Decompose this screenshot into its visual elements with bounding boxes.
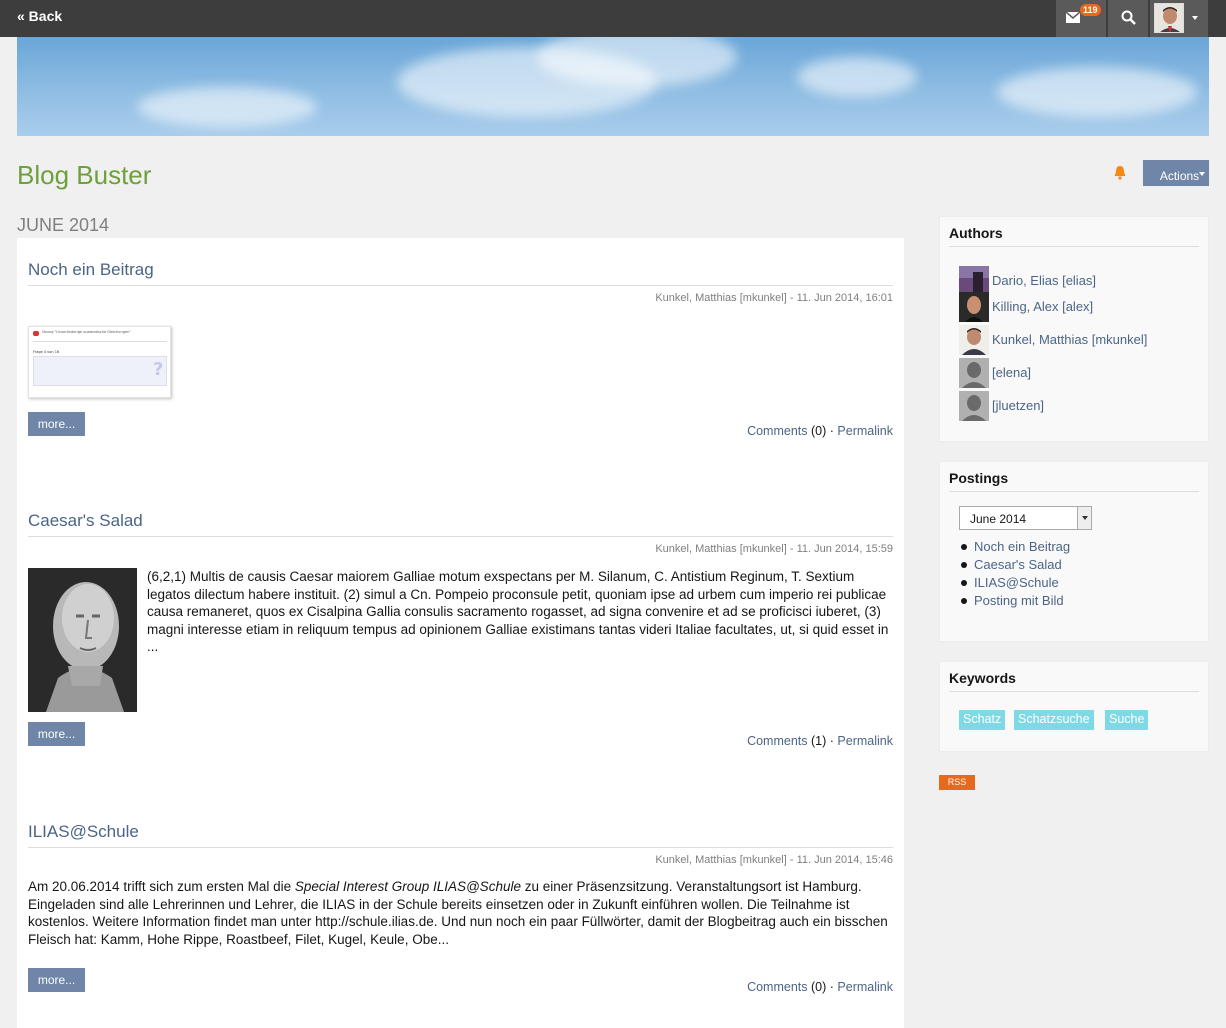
author-name[interactable]: [jluetzen] (992, 398, 1044, 413)
post-links: Comments (0) · Permalink (747, 980, 893, 994)
post-excerpt: Am 20.06.2014 trifft sich zum ersten Mal… (28, 878, 894, 948)
chevron-down-icon (1077, 507, 1091, 529)
comments-link[interactable]: Comments (747, 424, 807, 438)
post-meta: Kunkel, Matthias [mkunkel] - 11. Jun 201… (655, 292, 893, 304)
link-separator: · (829, 980, 834, 994)
envelope-icon (1066, 12, 1080, 23)
posting-item[interactable]: Noch ein Beitrag (961, 538, 1070, 556)
posting-link[interactable]: ILIAS@Schule (974, 575, 1059, 590)
post-excerpt-part: Am 20.06.2014 trifft sich zum ersten Mal… (28, 879, 295, 894)
author-name[interactable]: Dario, Elias [elias] (992, 273, 1096, 288)
post-item: Noch ein Beitrag Kunkel, Matthias [mkunk… (28, 260, 893, 450)
mail-count-badge: 119 (1080, 4, 1101, 16)
keywords-panel: Keywords Schatz Schatzsuche Suche (939, 661, 1209, 752)
post-item: ILIAS@Schule Kunkel, Matthias [mkunkel] … (28, 822, 893, 1002)
chevron-down-icon (1192, 16, 1198, 20)
thumbnail-title: Übung "Unveränderige quadratische Gleich… (42, 330, 131, 334)
postings-panel: Postings June 2014 Noch ein Beitrag Caes… (939, 461, 1209, 642)
user-avatar (1154, 3, 1184, 33)
more-button[interactable]: more... (28, 722, 85, 746)
permalink-link[interactable]: Permalink (837, 424, 893, 438)
posting-item[interactable]: ILIAS@Schule (961, 574, 1070, 592)
posting-link[interactable]: Posting mit Bild (974, 593, 1064, 608)
postings-list: Noch ein Beitrag Caesar's Salad ILIAS@Sc… (961, 538, 1070, 610)
user-menu[interactable] (1150, 0, 1208, 37)
month-heading: JUNE 2014 (17, 215, 110, 235)
more-button[interactable]: more... (28, 968, 85, 992)
top-bar: « Back 119 (0, 0, 1226, 37)
author-avatar (959, 391, 989, 421)
link-separator: · (829, 734, 834, 748)
month-select-value: June 2014 (970, 512, 1027, 526)
thumbnail-page: Frage 4 von 16 (33, 350, 60, 354)
mail-button[interactable]: 119 (1056, 0, 1106, 37)
comments-count: (1) (811, 734, 827, 748)
author-avatar (959, 292, 989, 322)
post-image[interactable] (28, 568, 137, 712)
link-separator: · (829, 424, 834, 438)
posting-link[interactable]: Caesar's Salad (974, 557, 1062, 572)
chevron-down-icon (1199, 172, 1205, 176)
keyword-tag[interactable]: Suche (1105, 710, 1149, 730)
posts-list: Noch ein Beitrag Kunkel, Matthias [mkunk… (17, 238, 904, 1028)
posting-item[interactable]: Posting mit Bild (961, 592, 1070, 610)
author-name[interactable]: Killing, Alex [alex] (992, 299, 1093, 314)
post-title[interactable]: Caesar's Salad (28, 511, 893, 537)
month-select[interactable]: June 2014 (959, 506, 1092, 530)
actions-label: Actions (1159, 169, 1200, 183)
post-excerpt: (6,2,1) Multis de causis Caesar maiorem … (147, 569, 889, 654)
comments-link[interactable]: Comments (747, 980, 807, 994)
post-title[interactable]: ILIAS@Schule (28, 822, 893, 848)
search-button[interactable] (1108, 0, 1148, 37)
posting-item[interactable]: Caesar's Salad (961, 556, 1070, 574)
author-avatar (959, 358, 989, 388)
post-meta: Kunkel, Matthias [mkunkel] - 11. Jun 201… (655, 854, 893, 866)
page-title: Blog Buster (17, 160, 152, 190)
back-link[interactable]: « Back (17, 8, 62, 24)
keyword-tag[interactable]: Schatzsuche (1014, 710, 1094, 730)
rss-button[interactable]: RSS (939, 775, 975, 790)
comments-count: (0) (811, 424, 827, 438)
comments-count: (0) (811, 980, 827, 994)
post-title[interactable]: Noch ein Beitrag (28, 260, 893, 286)
header-banner (17, 37, 1209, 136)
authors-panel: Authors Dario, Elias [elias] Killing, Al… (939, 216, 1209, 442)
post-thumbnail[interactable]: Übung "Unveränderige quadratische Gleich… (28, 326, 171, 398)
keyword-tag[interactable]: Schatz (959, 710, 1006, 730)
actions-button[interactable]: Actions (1143, 160, 1209, 186)
post-meta: Kunkel, Matthias [mkunkel] - 11. Jun 201… (655, 543, 893, 555)
author-name[interactable]: Kunkel, Matthias [mkunkel] (992, 332, 1147, 347)
search-icon (1121, 10, 1136, 25)
authors-title: Authors (949, 225, 1199, 247)
author-avatar (959, 325, 989, 355)
more-button[interactable]: more... (28, 412, 85, 436)
permalink-link[interactable]: Permalink (837, 980, 893, 994)
author-name[interactable]: [elena] (992, 365, 1031, 380)
post-excerpt-emphasis: Special Interest Group ILIAS@Schule (294, 879, 521, 894)
comments-link[interactable]: Comments (747, 734, 807, 748)
keywords-title: Keywords (949, 670, 1199, 692)
permalink-link[interactable]: Permalink (837, 734, 893, 748)
post-item: Caesar's Salad Kunkel, Matthias [mkunkel… (28, 511, 893, 751)
post-links: Comments (0) · Permalink (747, 424, 893, 438)
bell-icon[interactable] (1113, 165, 1127, 180)
posting-link[interactable]: Noch ein Beitrag (974, 539, 1070, 554)
post-links: Comments (1) · Permalink (747, 734, 893, 748)
postings-title: Postings (949, 470, 1199, 492)
